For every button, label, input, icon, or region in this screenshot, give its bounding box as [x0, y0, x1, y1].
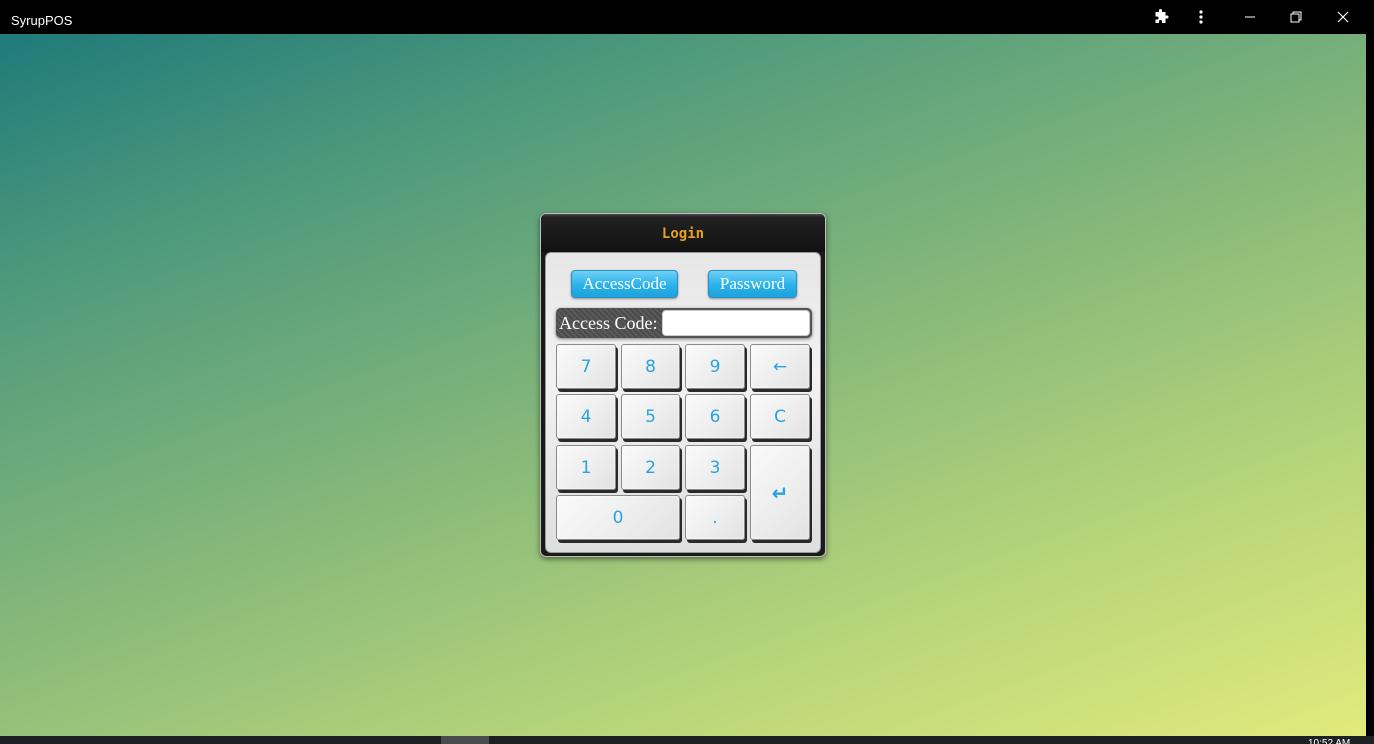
- dialog-header: Login: [541, 214, 825, 252]
- title-bar: SyrupPOS: [0, 0, 1374, 34]
- taskbar: 10:52 AM: [0, 736, 1374, 744]
- key-8[interactable]: 8: [621, 344, 680, 389]
- restore-icon[interactable]: [1286, 7, 1306, 27]
- taskbar-clock: 10:52 AM: [1308, 738, 1351, 744]
- key-0[interactable]: 0: [556, 495, 680, 540]
- kebab-menu-icon[interactable]: [1191, 7, 1211, 27]
- enter-key[interactable]: ↵: [750, 445, 810, 540]
- login-dialog: Login AccessCode Password Access Code: 7…: [540, 213, 826, 557]
- puzzle-icon[interactable]: [1151, 7, 1171, 27]
- close-icon[interactable]: [1333, 7, 1353, 27]
- dialog-title: Login: [661, 226, 705, 242]
- taskbar-active-app[interactable]: [441, 736, 489, 744]
- dialog-body: AccessCode Password Access Code: 7 8 9 ←…: [545, 252, 821, 553]
- app-title: SyrupPOS: [11, 13, 73, 28]
- minimize-icon[interactable]: [1240, 7, 1260, 27]
- password-tab-button[interactable]: Password: [708, 270, 797, 298]
- access-code-tab-button[interactable]: AccessCode: [571, 270, 678, 298]
- key-9[interactable]: 9: [685, 344, 745, 389]
- key-1[interactable]: 1: [556, 445, 616, 490]
- key-2[interactable]: 2: [621, 445, 680, 490]
- key-6[interactable]: 6: [685, 394, 745, 439]
- key-4[interactable]: 4: [556, 394, 616, 439]
- key-3[interactable]: 3: [685, 445, 745, 490]
- key-7[interactable]: 7: [556, 344, 616, 389]
- access-code-input[interactable]: [662, 310, 810, 336]
- access-code-label: Access Code:: [556, 308, 662, 338]
- key-5[interactable]: 5: [621, 394, 680, 439]
- backspace-key[interactable]: ←: [750, 344, 810, 389]
- access-code-row: Access Code:: [556, 308, 812, 338]
- decimal-key[interactable]: .: [685, 495, 745, 540]
- clear-key[interactable]: C: [750, 394, 810, 439]
- window-edge: [1366, 34, 1374, 736]
